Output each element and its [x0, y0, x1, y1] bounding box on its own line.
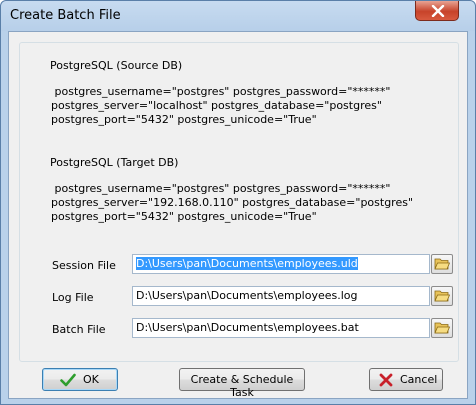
batch-file-label: Batch File	[52, 323, 106, 336]
target-db-line-2: postgres_server="192.168.0.110" postgres…	[51, 196, 414, 209]
source-db-title: PostgreSQL (Source DB)	[50, 59, 183, 72]
cross-icon	[379, 373, 393, 387]
window-title: Create Batch File	[10, 8, 121, 23]
batch-file-input[interactable]: D:\Users\pan\Documents\employees.bat	[132, 318, 430, 338]
folder-open-icon	[434, 258, 450, 270]
target-db-title: PostgreSQL (Target DB)	[50, 156, 179, 169]
folder-open-icon	[434, 322, 450, 334]
source-db-line-1: postgres_username="postgres" postgres_pa…	[51, 85, 391, 98]
dialog-body: PostgreSQL (Source DB) postgres_username…	[8, 31, 468, 399]
batch-file-value: D:\Users\pan\Documents\employees.bat	[136, 321, 359, 334]
close-icon	[431, 5, 445, 17]
target-db-line-3: postgres_port="5432" postgres_unicode="T…	[51, 210, 317, 223]
settings-group: PostgreSQL (Source DB) postgres_username…	[19, 42, 459, 362]
create-schedule-task-button[interactable]: Create & Schedule Task	[179, 368, 305, 399]
cancel-button-label: Cancel	[400, 373, 438, 386]
folder-open-icon	[434, 290, 450, 302]
batch-file-browse-button[interactable]	[431, 318, 453, 338]
session-file-label: Session File	[52, 259, 116, 272]
log-file-label: Log File	[52, 291, 94, 304]
log-file-input[interactable]: D:\Users\pan\Documents\employees.log	[132, 286, 430, 306]
session-file-value: D:\Users\pan\Documents\employees.uld	[136, 257, 358, 270]
session-file-browse-button[interactable]	[431, 254, 453, 274]
source-db-line-2: postgres_server="localhost" postgres_dat…	[51, 99, 382, 112]
create-schedule-task-label: Create & Schedule Task	[190, 373, 294, 399]
source-db-line-3: postgres_port="5432" postgres_unicode="T…	[51, 113, 317, 126]
create-batch-file-window: Create Batch File PostgreSQL (Source DB)…	[0, 0, 476, 405]
checkmark-icon	[60, 373, 76, 387]
log-file-value: D:\Users\pan\Documents\employees.log	[136, 289, 358, 302]
session-file-input[interactable]: D:\Users\pan\Documents\employees.uld	[132, 254, 430, 274]
cancel-button[interactable]: Cancel	[369, 368, 443, 391]
log-file-browse-button[interactable]	[431, 286, 453, 306]
close-button[interactable]	[415, 1, 459, 21]
title-bar[interactable]: Create Batch File	[1, 1, 475, 31]
target-db-line-1: postgres_username="postgres" postgres_pa…	[51, 182, 391, 195]
ok-button-label: OK	[83, 373, 99, 386]
ok-button[interactable]: OK	[42, 368, 118, 391]
